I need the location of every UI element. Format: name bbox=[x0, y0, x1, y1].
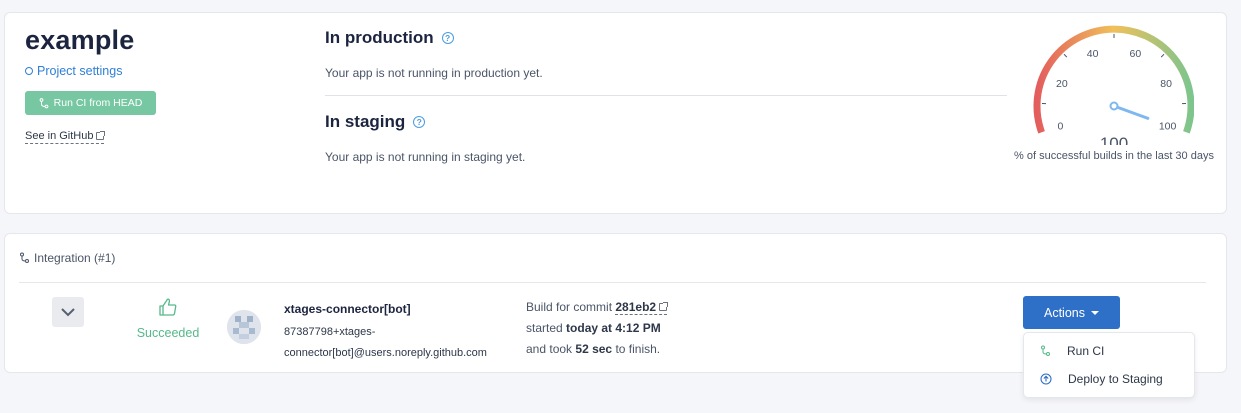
took-suffix: to finish. bbox=[615, 342, 661, 356]
build-duration: 52 sec bbox=[575, 342, 613, 356]
build-status-text: Succeeded bbox=[136, 326, 200, 340]
see-in-github-label: See in GitHub bbox=[25, 130, 94, 142]
menu-item-run-ci[interactable]: Run CI bbox=[1040, 344, 1104, 358]
build-commit-line: Build for commit 281eb2 bbox=[526, 297, 669, 318]
author-name: xtages-connector[bot] bbox=[284, 302, 411, 316]
gear-icon bbox=[25, 67, 33, 75]
took-prefix: and took bbox=[526, 342, 573, 356]
gauge-value: 100 bbox=[1100, 134, 1128, 145]
success-rate-gauge: 0 20 40 60 80 100 100 bbox=[1033, 25, 1194, 145]
gauge-tick-label: 60 bbox=[1130, 48, 1142, 60]
see-in-github-link[interactable]: See in GitHub bbox=[25, 130, 106, 144]
gauge-tick-label: 20 bbox=[1056, 78, 1068, 90]
integration-label-text: Integration (#1) bbox=[34, 251, 116, 265]
production-message: Your app is not running in production ye… bbox=[325, 66, 543, 80]
menu-item-deploy-to-staging[interactable]: Deploy to Staging bbox=[1040, 372, 1163, 386]
actions-dropdown-button[interactable]: Actions bbox=[1023, 296, 1120, 329]
build-started-line: started today at 4:12 PM bbox=[526, 318, 667, 339]
builds-divider bbox=[19, 282, 1206, 283]
gauge-tick-label: 100 bbox=[1159, 121, 1177, 133]
build-prefix: Build for commit bbox=[526, 300, 613, 314]
branch-icon bbox=[20, 252, 29, 263]
avatar-image bbox=[227, 310, 261, 344]
started-prefix: started bbox=[526, 321, 563, 335]
branch-icon bbox=[39, 97, 49, 108]
branch-icon bbox=[1041, 345, 1050, 356]
gauge-minor-tick bbox=[1160, 53, 1165, 58]
chevron-down-icon bbox=[61, 308, 75, 317]
gauge-tick-label: 80 bbox=[1160, 78, 1172, 90]
commit-link[interactable]: 281eb2 bbox=[615, 300, 669, 315]
help-icon[interactable]: ? bbox=[441, 32, 454, 44]
staging-heading: In staging ? bbox=[325, 112, 426, 132]
build-duration-line: and took 52 sec to finish. bbox=[526, 339, 667, 360]
started-at: today at 4:12 PM bbox=[566, 321, 661, 335]
gauge-tick-label: 40 bbox=[1087, 48, 1099, 60]
run-ci-label: Run CI from HEAD bbox=[53, 97, 143, 109]
project-settings-label: Project settings bbox=[37, 64, 123, 78]
actions-label: Actions bbox=[1044, 305, 1085, 320]
thumbs-up-icon bbox=[159, 298, 177, 316]
staging-message: Your app is not running in staging yet. bbox=[325, 150, 526, 164]
avatar bbox=[227, 310, 261, 344]
project-settings-link[interactable]: Project settings bbox=[25, 64, 122, 78]
run-ci-from-head-button[interactable]: Run CI from HEAD bbox=[25, 91, 156, 115]
production-title: In production bbox=[325, 28, 434, 47]
build-status: Succeeded bbox=[133, 297, 203, 340]
author-email: 87387798+xtages-connector[bot]@users.nor… bbox=[284, 326, 487, 359]
gauge-tick-label: 0 bbox=[1057, 121, 1063, 133]
help-icon[interactable]: ? bbox=[413, 116, 426, 128]
build-info: Build for commit 281eb2 started today at… bbox=[526, 297, 669, 360]
actions-menu: Run CI Deploy to Staging bbox=[1023, 332, 1195, 398]
staging-title: In staging bbox=[325, 112, 406, 131]
commit-hash: 281eb2 bbox=[615, 300, 657, 314]
external-link-icon bbox=[96, 131, 106, 140]
caret-down-icon bbox=[1091, 310, 1099, 315]
integration-section-label: Integration (#1) bbox=[19, 251, 115, 265]
gauge-needle bbox=[1112, 104, 1150, 120]
expand-build-button[interactable] bbox=[52, 297, 84, 327]
menu-item-label: Deploy to Staging bbox=[1068, 372, 1163, 386]
production-heading: In production ? bbox=[325, 28, 454, 48]
gauge-caption: % of successful builds in the last 30 da… bbox=[1014, 150, 1214, 162]
arrow-up-circle-icon bbox=[1040, 373, 1052, 385]
project-title: example bbox=[25, 25, 135, 55]
environment-divider bbox=[325, 95, 1007, 96]
gauge-minor-tick bbox=[1063, 53, 1068, 58]
menu-item-label: Run CI bbox=[1067, 344, 1105, 358]
external-link-icon bbox=[659, 302, 669, 311]
gauge-hub bbox=[1109, 101, 1119, 111]
